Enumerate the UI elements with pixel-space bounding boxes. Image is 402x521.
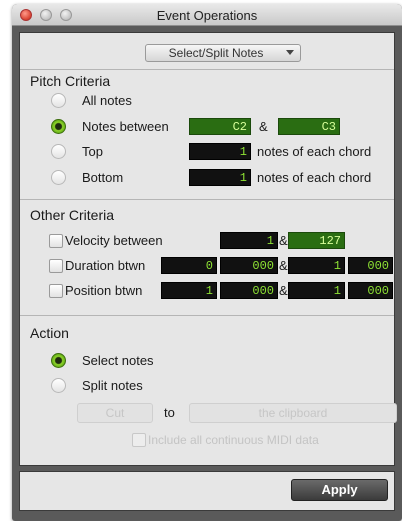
- mode-dropdown[interactable]: Select/Split Notes: [145, 44, 301, 62]
- velocity-checkbox[interactable]: [49, 234, 63, 248]
- pitch-low-field[interactable]: C2: [189, 118, 251, 135]
- position-high-ticks-field[interactable]: 000: [348, 282, 393, 299]
- mode-dropdown-value: Select/Split Notes: [168, 46, 264, 60]
- top-suffix-label: notes of each chord: [257, 144, 372, 159]
- radio-bottom[interactable]: [51, 170, 66, 185]
- radio-select-notes[interactable]: [51, 353, 66, 368]
- position-low-bars-field[interactable]: 1: [161, 282, 217, 299]
- position-low-ticks-field[interactable]: 000: [220, 282, 278, 299]
- radio-notes-between[interactable]: [51, 119, 66, 134]
- velocity-and-label: &: [279, 233, 288, 248]
- include-midi-checkbox[interactable]: [132, 433, 146, 447]
- cut-button[interactable]: Cut: [77, 403, 153, 423]
- window-title: Event Operations: [156, 8, 258, 23]
- top-count-field[interactable]: 1: [189, 143, 251, 160]
- include-midi-label: Include all continuous MIDI data: [148, 433, 319, 447]
- duration-checkbox[interactable]: [49, 259, 63, 273]
- pitch-high-field[interactable]: C3: [278, 118, 340, 135]
- notes-between-label: Notes between: [82, 119, 169, 134]
- title-bar: Event Operations: [12, 4, 402, 26]
- to-label: to: [164, 405, 175, 420]
- destination-button[interactable]: the clipboard: [189, 403, 397, 423]
- split-notes-label: Split notes: [82, 378, 143, 393]
- position-label: Position btwn: [65, 283, 143, 298]
- duration-low-ticks-field[interactable]: 000: [220, 257, 278, 274]
- velocity-low-field[interactable]: 1: [220, 232, 278, 249]
- apply-button[interactable]: Apply: [291, 479, 388, 501]
- main-panel: Select/Split Notes Pitch Criteria All no…: [19, 32, 397, 466]
- footer-bar: Apply: [19, 471, 395, 511]
- bottom-label: Bottom: [82, 170, 124, 185]
- radio-split-notes[interactable]: [51, 378, 66, 393]
- pitch-criteria-heading: Pitch Criteria: [30, 73, 111, 89]
- other-criteria-heading: Other Criteria: [30, 207, 115, 223]
- velocity-high-field[interactable]: 127: [288, 232, 345, 249]
- select-notes-label: Select notes: [82, 353, 154, 368]
- radio-all-notes[interactable]: [51, 93, 66, 108]
- duration-and-label: &: [279, 258, 288, 273]
- radio-top[interactable]: [51, 144, 66, 159]
- all-notes-label: All notes: [82, 93, 132, 108]
- chevron-down-icon: [286, 50, 294, 55]
- divider: [20, 315, 394, 316]
- bottom-suffix-label: notes of each chord: [257, 170, 372, 185]
- position-high-bars-field[interactable]: 1: [288, 282, 345, 299]
- velocity-label: Velocity between: [65, 233, 163, 248]
- bottom-count-field[interactable]: 1: [189, 169, 251, 186]
- event-operations-window: Event Operations Select/Split Notes Pitc…: [12, 4, 402, 521]
- pitch-and-label: &: [259, 119, 268, 134]
- action-heading: Action: [30, 325, 69, 341]
- duration-high-ticks-field[interactable]: 000: [348, 257, 393, 274]
- divider: [20, 69, 394, 70]
- duration-high-bars-field[interactable]: 1: [288, 257, 345, 274]
- divider: [20, 199, 394, 200]
- position-checkbox[interactable]: [49, 284, 63, 298]
- position-and-label: &: [279, 283, 288, 298]
- duration-label: Duration btwn: [65, 258, 146, 273]
- duration-low-bars-field[interactable]: 0: [161, 257, 217, 274]
- top-label: Top: [82, 144, 103, 159]
